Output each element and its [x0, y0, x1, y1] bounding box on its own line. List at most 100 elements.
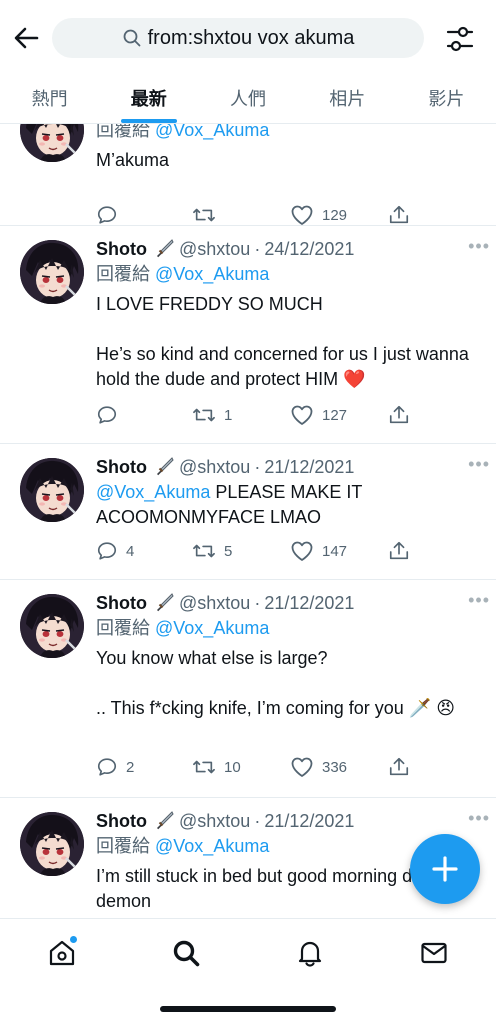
share-button[interactable]: [388, 756, 410, 778]
tab-photos[interactable]: 相片: [298, 72, 397, 123]
user-handle[interactable]: @shxtou: [179, 590, 250, 616]
share-icon: [389, 405, 409, 424]
tweet-date[interactable]: 21/12/2021: [264, 808, 354, 834]
reply-icon: [97, 758, 117, 776]
tweet-header: Shoto @shxtou · 21/12/2021: [96, 808, 480, 834]
more-options-icon[interactable]: •••: [468, 236, 490, 257]
like-count: 129: [322, 206, 348, 224]
reply-count: 2: [126, 758, 135, 776]
search-icon: [173, 940, 200, 967]
like-button[interactable]: 129: [290, 204, 347, 226]
more-options-icon[interactable]: •••: [468, 454, 490, 475]
tweet-text: I LOVE FREDDY SO MUCH He’s so kind and c…: [96, 294, 469, 389]
reply-mention-link[interactable]: @Vox_Akuma: [155, 618, 269, 638]
heart-icon: [291, 757, 313, 777]
reply-icon: [97, 542, 117, 560]
reply-button[interactable]: [96, 204, 126, 226]
like-count: 147: [322, 542, 348, 560]
retweet-button[interactable]: 1: [192, 404, 232, 426]
reply-context: 回覆給 @Vox_Akuma: [96, 618, 270, 638]
tab-latest[interactable]: 最新: [99, 72, 198, 123]
retweet-button[interactable]: 10: [192, 756, 241, 778]
more-options-icon[interactable]: •••: [468, 590, 490, 611]
mention-link[interactable]: @Vox_Akuma: [96, 482, 210, 502]
new-content-dot: [69, 935, 78, 944]
user-handle[interactable]: @shxtou: [179, 454, 250, 480]
retweet-count: 1: [224, 406, 233, 424]
display-name[interactable]: Shoto: [96, 236, 147, 262]
reply-icon: [97, 406, 117, 424]
reply-button[interactable]: 4: [96, 540, 134, 562]
heart-icon: [291, 541, 313, 561]
share-button[interactable]: [388, 540, 410, 562]
retweet-icon: [193, 408, 215, 422]
retweet-button[interactable]: [192, 204, 224, 226]
search-input[interactable]: from:shxtou vox akuma: [52, 18, 424, 58]
tweet-header: Shoto @shxtou · 21/12/2021: [96, 590, 480, 616]
reply-icon: [97, 206, 117, 224]
knife-emoji-icon: [157, 239, 174, 258]
heart-icon: [291, 205, 313, 225]
knife-emoji-icon: [157, 593, 174, 612]
display-name[interactable]: Shoto: [96, 454, 147, 480]
tab-people[interactable]: 人們: [198, 72, 297, 123]
share-icon: [389, 541, 409, 560]
share-button[interactable]: [388, 204, 410, 226]
tab-videos[interactable]: 影片: [397, 72, 496, 123]
tweet[interactable]: Shoto @shxtou · 21/12/2021 @Vox_Akuma PL…: [0, 444, 496, 580]
avatar[interactable]: [20, 594, 84, 658]
display-name[interactable]: Shoto: [96, 808, 147, 834]
tweet-text: You know what else is large? .. This f*c…: [96, 648, 455, 718]
retweet-button[interactable]: 5: [192, 540, 232, 562]
reply-button[interactable]: 2: [96, 756, 134, 778]
tweet-text: @Vox_Akuma PLEASE MAKE IT ACOOMONMYFACE …: [96, 482, 363, 527]
share-icon: [389, 205, 409, 224]
retweet-count: 5: [224, 542, 233, 560]
avatar[interactable]: [20, 812, 84, 876]
avatar[interactable]: [20, 124, 84, 162]
like-button[interactable]: 127: [290, 404, 347, 426]
tweet-feed[interactable]: 回覆給 @Vox_Akuma M’akuma 129 Shoto @shxtou…: [0, 124, 496, 918]
top-bar: from:shxtou vox akuma: [0, 0, 496, 72]
like-count: 336: [322, 758, 348, 776]
like-button[interactable]: 147: [290, 540, 347, 562]
like-button[interactable]: 336: [290, 756, 347, 778]
avatar[interactable]: [20, 458, 84, 522]
compose-tweet-button[interactable]: [410, 834, 480, 904]
user-handle[interactable]: @shxtou: [179, 808, 250, 834]
tweet[interactable]: Shoto @shxtou · 21/12/2021 回覆給 @Vox_Akum…: [0, 580, 496, 798]
back-arrow-icon[interactable]: [10, 22, 42, 54]
tweet-text: M’akuma: [96, 150, 170, 170]
search-query: from:shxtou vox akuma: [147, 26, 355, 49]
share-button[interactable]: [388, 404, 410, 426]
filter-settings-icon[interactable]: [443, 22, 477, 56]
tweet[interactable]: 回覆給 @Vox_Akuma M’akuma 129: [0, 124, 496, 226]
bell-icon: [298, 941, 322, 967]
tweet-date[interactable]: 21/12/2021: [264, 590, 354, 616]
nav-messages[interactable]: [414, 933, 454, 973]
reply-context: 回覆給 @Vox_Akuma: [96, 124, 480, 142]
search-tabs: 熱門 最新 人們 相片 影片: [0, 72, 496, 124]
tweet-date[interactable]: 24/12/2021: [264, 236, 354, 262]
reply-mention-link[interactable]: @Vox_Akuma: [155, 264, 269, 284]
knife-emoji-icon: [157, 811, 174, 830]
nav-notifications[interactable]: [290, 933, 330, 973]
avatar[interactable]: [20, 240, 84, 304]
knife-emoji-icon: [157, 457, 174, 476]
nav-search[interactable]: [166, 933, 206, 973]
search-icon: [123, 29, 141, 47]
more-options-icon[interactable]: •••: [468, 808, 490, 829]
retweet-icon: [193, 760, 215, 774]
user-handle[interactable]: @shxtou: [179, 236, 250, 262]
tab-top[interactable]: 熱門: [0, 72, 99, 123]
display-name[interactable]: Shoto: [96, 590, 147, 616]
share-icon: [389, 757, 409, 776]
reply-mention-link[interactable]: @Vox_Akuma: [155, 124, 269, 140]
reply-button[interactable]: [96, 404, 126, 426]
tweet[interactable]: Shoto @shxtou · 24/12/2021 回覆給 @Vox_Akum…: [0, 226, 496, 444]
reply-mention-link[interactable]: @Vox_Akuma: [155, 836, 269, 856]
reply-count: 4: [126, 542, 135, 560]
tweet-date[interactable]: 21/12/2021: [264, 454, 354, 480]
like-count: 127: [322, 406, 348, 424]
nav-home[interactable]: [42, 933, 82, 973]
